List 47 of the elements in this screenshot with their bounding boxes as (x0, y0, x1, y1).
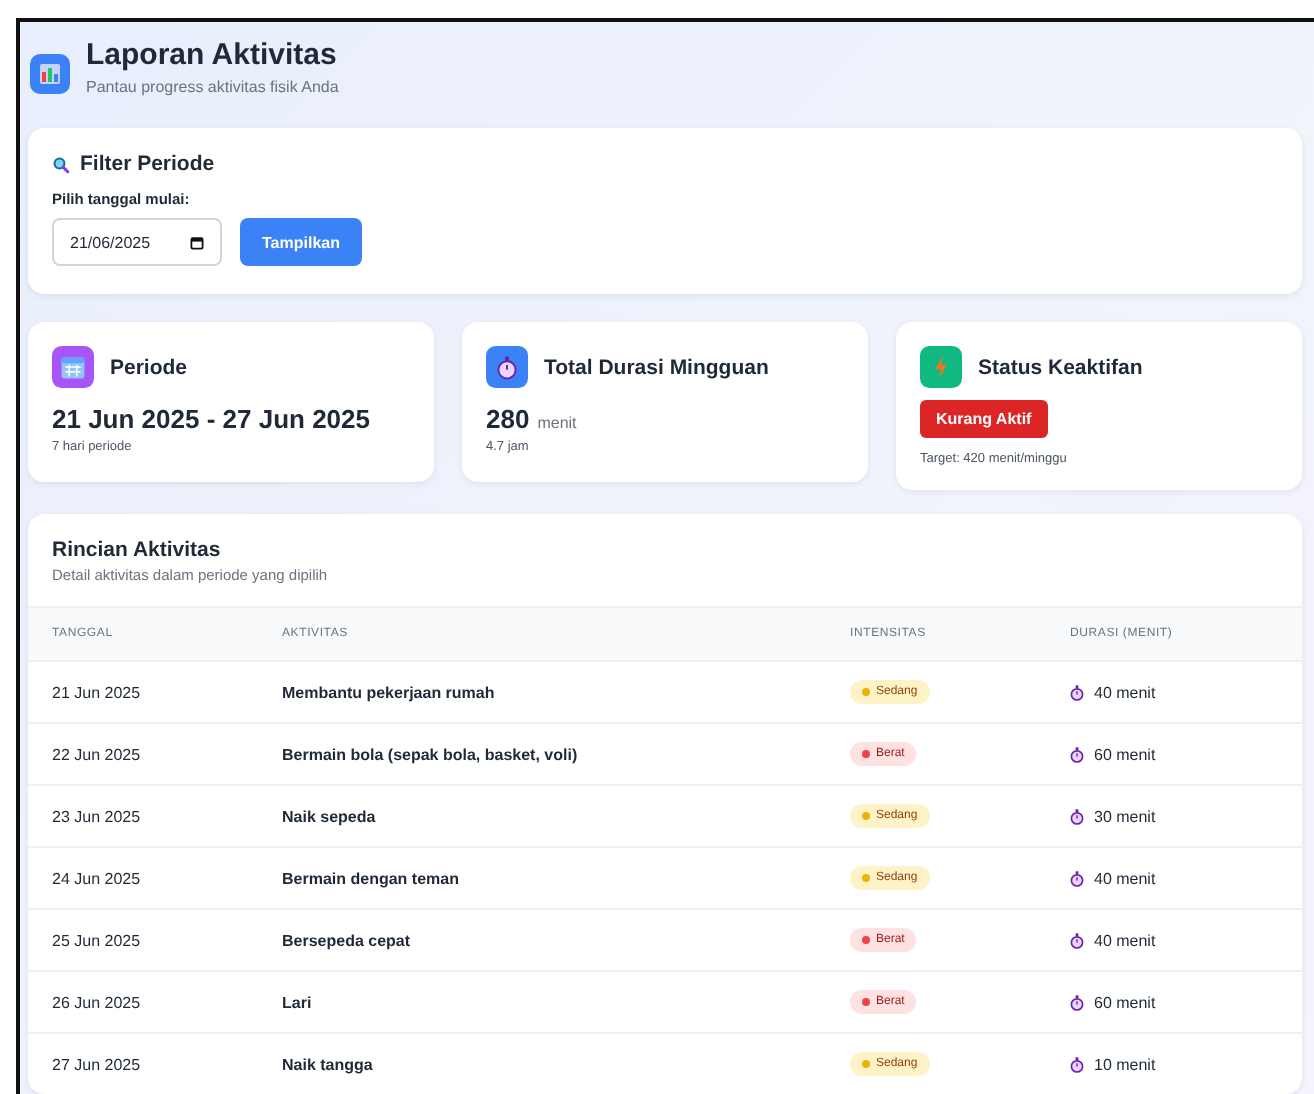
page-subtitle: Pantau progress aktivitas fisik Anda (86, 78, 339, 96)
filter-title: Filter Periode (80, 152, 215, 176)
duration-cell: 60 menit (1094, 745, 1156, 763)
lightning-icon (920, 346, 962, 388)
activity-cell-text: Naik sepeda (282, 807, 378, 825)
bar-chart-icon (30, 54, 70, 94)
duration-cell: 40 menit (1094, 869, 1156, 887)
stat-title: Total Durasi Mingguan (544, 355, 769, 379)
activity-cell-text: Lari (282, 993, 314, 1011)
date-cell-text: 27 Jun 2025 (52, 1055, 143, 1073)
date-field[interactable]: 21/06/2025 (52, 218, 222, 266)
calendar-icon[interactable] (190, 235, 204, 249)
stopwatch-icon (1070, 1055, 1084, 1073)
stat-title: Periode (110, 355, 188, 379)
stopwatch-icon (1070, 807, 1084, 825)
duration-cell: 60 menit (1094, 993, 1156, 1011)
duration-cell: 40 menit (1094, 931, 1156, 949)
page-title: Laporan Aktivitas (86, 38, 339, 72)
search-icon (52, 155, 70, 173)
duration-value: 280 (486, 404, 530, 434)
stopwatch-icon (1070, 683, 1084, 701)
calendar-icon (52, 346, 94, 388)
stopwatch-icon (1070, 931, 1084, 949)
activity-cell-text: Membantu pekerjaan rumah (282, 683, 497, 701)
date-cell-text: 24 Jun 2025 (52, 869, 143, 887)
duration-cell: 10 menit (1094, 1055, 1156, 1073)
date-cell-text: 22 Jun 2025 (52, 745, 143, 763)
stopwatch-icon (1070, 993, 1084, 1011)
activity-cell-text: Bermain dengan teman (282, 869, 461, 887)
activity-cell-text: Bersepeda cepat (282, 931, 413, 949)
period-range: 21 Jun 2025 - 27 Jun 2025 (52, 404, 372, 434)
duration-cell: 40 menit (1094, 683, 1156, 701)
date-cell-text: 23 Jun 2025 (52, 807, 143, 825)
activity-cell-text: Naik tangga (282, 1055, 375, 1073)
stopwatch-icon (1070, 745, 1084, 763)
duration-unit: menit (537, 414, 577, 432)
show-button[interactable]: Tampilkan (240, 218, 362, 266)
activity-cell-text: Bermain bola (sepak bola, basket, voli) (282, 745, 580, 763)
stopwatch-icon (1070, 869, 1084, 887)
stopwatch-icon (486, 346, 528, 388)
date-cell-text: 21 Jun 2025 (52, 683, 143, 701)
duration-cell: 30 menit (1094, 807, 1156, 825)
status-badge: Kurang Aktif (920, 400, 1048, 438)
date-cell-text: 26 Jun 2025 (52, 993, 143, 1011)
table-title: Rincian Aktivitas (52, 538, 223, 562)
date-cell-text: 25 Jun 2025 (52, 931, 143, 949)
stat-title: Status Keaktifan (978, 355, 1143, 379)
